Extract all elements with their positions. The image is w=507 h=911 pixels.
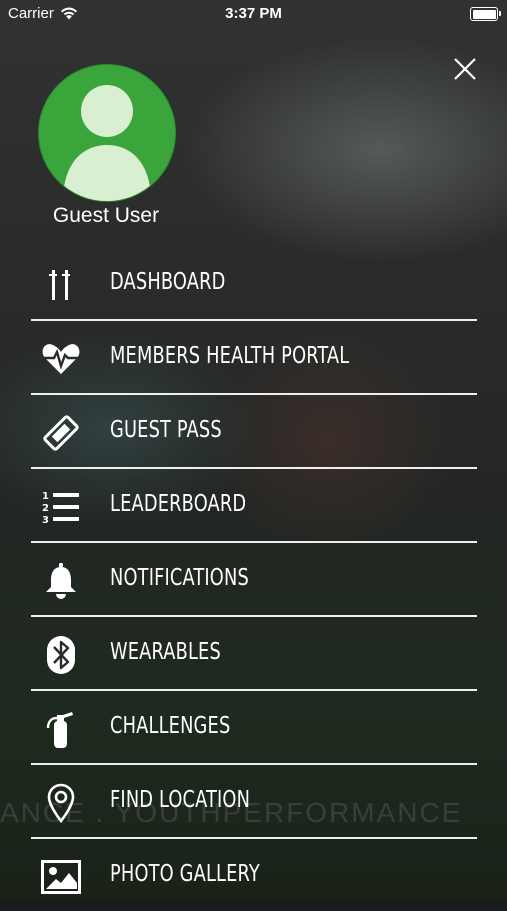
menu-label: MEMBERS HEALTH PORTAL	[110, 343, 350, 369]
menu-label: NOTIFICATIONS	[110, 565, 249, 591]
svg-text:1: 1	[42, 491, 49, 502]
menu-item-members-health-portal[interactable]: MEMBERS HEALTH PORTAL	[31, 321, 477, 395]
photo-icon	[41, 857, 81, 897]
battery-icon	[470, 7, 501, 21]
status-bar: Carrier 3:37 PM	[0, 0, 507, 28]
bluetooth-icon	[41, 635, 81, 675]
close-icon	[454, 58, 476, 80]
menu-item-find-location[interactable]: FIND LOCATION	[31, 765, 477, 839]
menu-item-challenges[interactable]: CHALLENGES	[31, 691, 477, 765]
menu-label: GUEST PASS	[110, 417, 222, 443]
svg-text:2: 2	[42, 503, 49, 514]
user-silhouette-icon	[63, 85, 151, 201]
menu-label: CHALLENGES	[110, 713, 231, 739]
close-button[interactable]	[450, 54, 480, 84]
menu-item-notifications[interactable]: NOTIFICATIONS	[31, 543, 477, 617]
clock: 3:37 PM	[225, 5, 282, 22]
menu-label: LEADERBOARD	[110, 491, 247, 517]
menu-label: DASHBOARD	[110, 269, 226, 295]
heart-pulse-icon	[41, 339, 81, 379]
menu-item-wearables[interactable]: WEARABLES	[31, 617, 477, 691]
bell-icon	[41, 561, 81, 601]
menu-label: FIND LOCATION	[110, 787, 251, 813]
menu-label: WEARABLES	[110, 639, 221, 665]
menu-item-guest-pass[interactable]: GUEST PASS	[31, 395, 477, 469]
profile-name: Guest User	[52, 204, 160, 227]
avatar[interactable]	[38, 64, 176, 202]
menu-item-photo-gallery[interactable]: PHOTO GALLERY	[31, 839, 477, 911]
svg-text:3: 3	[42, 515, 49, 525]
menu-item-leaderboard[interactable]: 1 2 3 LEADERBOARD	[31, 469, 477, 543]
fire-extinguisher-icon	[41, 709, 81, 749]
menu-label: PHOTO GALLERY	[110, 861, 260, 887]
location-pin-icon	[41, 783, 81, 823]
ticket-icon	[41, 413, 81, 453]
side-menu: DASHBOARD MEMBERS HEALTH PORTAL GUEST PA…	[31, 247, 477, 911]
menu-item-dashboard[interactable]: DASHBOARD	[31, 247, 477, 321]
dashboard-icon	[41, 265, 81, 305]
ranked-list-icon: 1 2 3	[41, 487, 81, 527]
